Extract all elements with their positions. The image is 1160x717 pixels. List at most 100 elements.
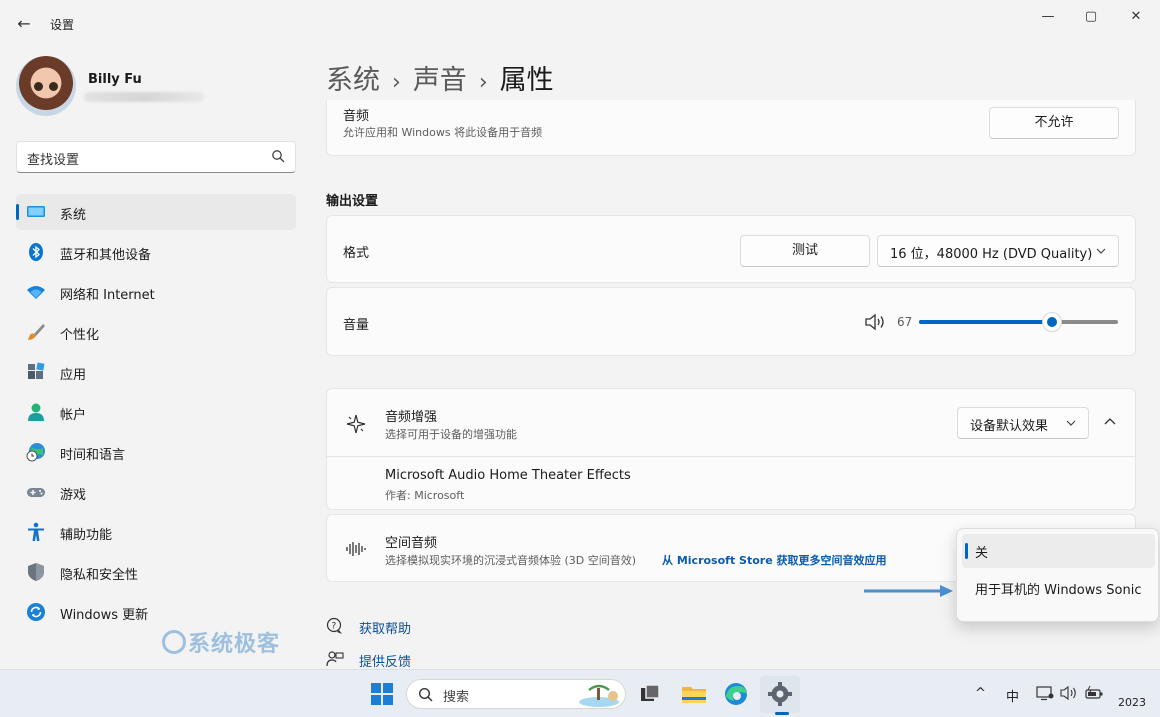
edge-browser-icon[interactable] (722, 680, 750, 708)
divider (327, 456, 1135, 457)
sidebar-item-label: 系统 (60, 208, 87, 223)
task-view-icon[interactable] (636, 680, 664, 708)
breadcrumb-separator: › (478, 70, 488, 95)
volume-label: 音量 (343, 318, 370, 333)
enhance-dropdown[interactable]: 设备默认效果 (957, 407, 1089, 439)
menu-item-label: 关 (975, 546, 989, 561)
ime-indicator[interactable]: 中 (1006, 686, 1019, 705)
tray-overflow-chevron[interactable]: ^ (975, 686, 986, 701)
sidebar-item-label: 辅助功能 (60, 528, 113, 543)
breadcrumb-item-sound[interactable]: 声音 (413, 65, 467, 96)
chevron-up-icon[interactable] (1104, 417, 1116, 427)
sound-wave-icon (346, 542, 366, 556)
sidebar-item-label: 网络和 Internet (60, 288, 155, 303)
disallow-button[interactable]: 不允许 (989, 107, 1119, 139)
watermark-text: 系统极客 (188, 632, 281, 657)
taskbar: 搜索 ^ 中 2023 (0, 669, 1160, 717)
app-title: 设置 (50, 18, 75, 32)
svg-text:?: ? (332, 622, 337, 632)
format-label: 格式 (343, 246, 370, 261)
sidebar-item-gaming[interactable]: 游戏 (16, 474, 296, 510)
sidebar-item-apps[interactable]: 应用 (16, 354, 296, 390)
globe-clock-icon (26, 443, 45, 462)
feedback-icon (326, 651, 344, 667)
sidebar-item-bluetooth[interactable]: 蓝牙和其他设备 (16, 234, 296, 270)
sidebar-item-label: 游戏 (60, 488, 87, 503)
help-icon: ? (326, 617, 342, 634)
close-button[interactable]: ✕ (1122, 6, 1150, 28)
menu-item-windows-sonic[interactable]: 用于耳机的 Windows Sonic (962, 571, 1155, 605)
output-settings-heading: 输出设置 (326, 194, 379, 209)
apps-icon (28, 362, 45, 379)
watermark-logo-icon (162, 630, 186, 654)
taskbar-search[interactable]: 搜索 (406, 679, 626, 709)
sidebar-item-label: 蓝牙和其他设备 (60, 248, 152, 263)
battery-icon[interactable] (1084, 685, 1104, 701)
annotation-arrow (864, 585, 953, 597)
sidebar-item-windows-update[interactable]: Windows 更新 (16, 594, 296, 630)
get-help-label: 获取帮助 (359, 622, 412, 637)
active-app-indicator (775, 712, 789, 715)
update-icon (27, 603, 45, 621)
sidebar-item-accounts[interactable]: 帐户 (16, 394, 296, 430)
spatial-sound-subtitle: 选择模拟现实环境的沉浸式音频体验 (3D 空间音效) (385, 554, 637, 567)
menu-item-off[interactable]: 关 (962, 534, 1155, 568)
breadcrumb-item-system[interactable]: 系统 (326, 65, 380, 96)
file-explorer-icon[interactable] (680, 680, 708, 708)
effect-name: Microsoft Audio Home Theater Effects (385, 468, 631, 483)
sidebar-item-system[interactable]: 系统 (16, 194, 296, 230)
sidebar-item-network[interactable]: 网络和 Internet (16, 274, 296, 310)
chevron-down-icon (1096, 248, 1106, 254)
system-icon (27, 206, 45, 217)
search-icon[interactable] (271, 149, 285, 163)
sidebar-item-label: 帐户 (60, 408, 87, 423)
speaker-icon[interactable] (864, 313, 886, 331)
audio-permission-subtitle: 允许应用和 Windows 将此设备用于音频 (343, 126, 543, 139)
format-dropdown-value: 16 位，48000 Hz (DVD Quality) (890, 247, 1093, 262)
start-icon[interactable] (368, 680, 396, 708)
sparkle-icon (346, 414, 366, 434)
sidebar-item-accessibility[interactable]: 辅助功能 (16, 514, 296, 550)
volume-slider[interactable] (919, 312, 1118, 332)
audio-enhance-subtitle: 选择可用于设备的增强功能 (385, 428, 517, 441)
back-arrow-icon[interactable]: ← (14, 14, 34, 34)
sidebar-item-personalization[interactable]: 个性化 (16, 314, 296, 350)
user-name: Billy Fu (88, 72, 142, 87)
volume-slider-fill (919, 320, 1052, 324)
maximize-button[interactable]: ▢ (1077, 6, 1105, 28)
audio-enhancements-card: 音频增强 选择可用于设备的增强功能 设备默认效果 Microsoft Audio… (326, 388, 1136, 510)
sidebar-item-privacy[interactable]: 隐私和安全性 (16, 554, 296, 590)
audio-enhance-title: 音频增强 (385, 410, 438, 425)
settings-gear-icon[interactable] (766, 680, 794, 708)
sidebar-item-time-language[interactable]: 时间和语言 (16, 434, 296, 470)
volume-slider-thumb[interactable] (1042, 312, 1062, 332)
bluetooth-icon (29, 243, 43, 261)
sidebar-nav: 系统 蓝牙和其他设备 网络和 Internet 个性化 应用 帐户 时间和语言 … (16, 194, 296, 634)
page-title: 属性 (499, 65, 554, 96)
format-card: 格式 测试 16 位，48000 Hz (DVD Quality) (326, 215, 1136, 283)
settings-search-input[interactable]: 查找设置 (16, 141, 296, 173)
shield-icon (28, 563, 44, 581)
breadcrumb: 系统 › 声音 › 属性 (326, 58, 554, 97)
spatial-sound-dropdown-menu: 关 用于耳机的 Windows Sonic (956, 528, 1159, 622)
network-icon[interactable] (1036, 685, 1054, 701)
format-dropdown[interactable]: 16 位，48000 Hz (DVD Quality) (877, 235, 1119, 267)
selected-indicator (965, 543, 968, 559)
volume-value: 67 (897, 315, 913, 329)
store-link[interactable]: 从 Microsoft Store 获取更多空间音效应用 (662, 552, 886, 568)
title-bar: ← 设置 — ▢ ✕ (0, 0, 1160, 48)
minimize-button[interactable]: — (1034, 6, 1062, 28)
user-email-blurred (84, 92, 204, 102)
audio-permission-title: 音频 (343, 109, 370, 124)
search-icon (418, 687, 433, 702)
chevron-down-icon (1066, 420, 1076, 426)
breadcrumb-separator: › (392, 70, 401, 95)
active-indicator (16, 204, 19, 220)
spatial-sound-title: 空间音频 (385, 536, 438, 551)
clock-date[interactable]: 2023 (1118, 696, 1146, 709)
avatar[interactable] (16, 56, 76, 116)
sidebar-item-label: 隐私和安全性 (60, 568, 139, 583)
watermark: 系统极客 (162, 626, 280, 658)
volume-tray-icon[interactable] (1060, 685, 1078, 701)
test-button[interactable]: 测试 (740, 235, 870, 267)
